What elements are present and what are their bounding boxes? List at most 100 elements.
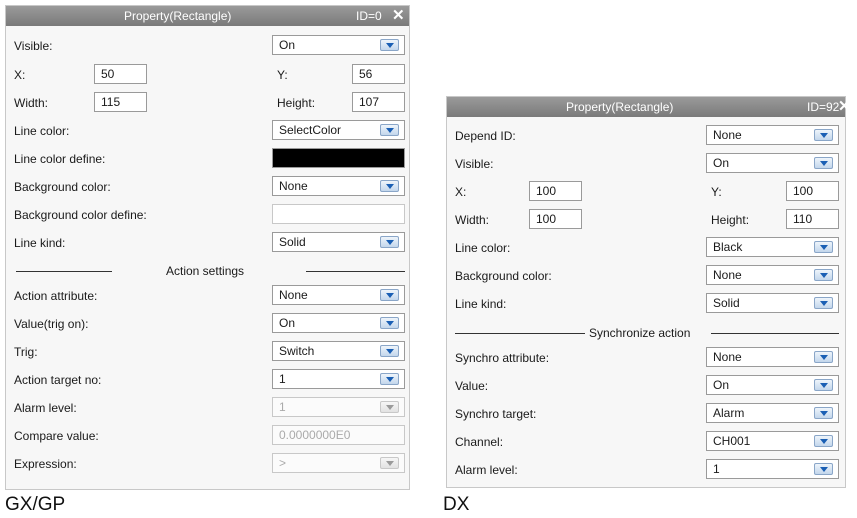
chevron-down-icon[interactable] [380,236,399,248]
expression-label: Expression: [14,457,77,471]
line-kind-label: Line kind: [455,297,507,311]
section-divider-right [306,271,405,272]
line-kind-select-value: Solid [279,235,306,249]
width-field[interactable]: 100 [529,209,582,229]
x-field[interactable]: 50 [94,64,147,84]
panel-id: ID=92 [807,100,840,114]
line-color-label: Line color: [455,241,511,255]
line-color-select[interactable]: Black [706,237,839,257]
panel-title: Property(Rectangle) [124,9,232,23]
line-kind-select[interactable]: Solid [272,232,405,252]
alarm-level-select[interactable]: 1 [706,459,839,479]
background-color-swatch[interactable] [272,204,405,224]
chevron-down-icon[interactable] [814,157,833,169]
line-color-swatch[interactable] [272,148,405,168]
value-trig-label: Value(trig on): [14,317,89,331]
chevron-down-icon[interactable] [380,373,399,385]
alarm-level-select-value: 1 [713,462,720,476]
y-label: Y: [711,185,722,199]
synchro-target-select[interactable]: Alarm [706,403,839,423]
synchro-attribute-select[interactable]: None [706,347,839,367]
section-title: Action settings [166,264,245,278]
close-icon[interactable]: ✕ [392,7,405,24]
channel-select[interactable]: CH001 [706,431,839,451]
width-field[interactable]: 115 [94,92,147,112]
synchro-target-select-value: Alarm [713,406,745,420]
y-field[interactable]: 100 [786,181,839,201]
chevron-down-icon[interactable] [380,124,399,136]
value-trig-select-value: On [279,316,296,330]
height-label: Height: [711,213,750,227]
chevron-down-icon[interactable] [380,39,399,51]
trig-select[interactable]: Switch [272,341,405,361]
value-select[interactable]: On [706,375,839,395]
line-color-select[interactable]: SelectColor [272,120,405,140]
chevron-down-icon[interactable] [814,379,833,391]
x-label: X: [14,68,26,82]
chevron-down-icon[interactable] [814,297,833,309]
background-color-select[interactable]: None [272,176,405,196]
height-field[interactable]: 107 [352,92,405,112]
chevron-down-icon[interactable] [814,129,833,141]
caption-gxgp: GX/GP [5,494,66,515]
background-color-select-value: None [279,179,308,193]
line-color-select-value: Black [713,240,743,254]
expression-select-value: > [279,456,287,470]
chevron-down-icon[interactable] [814,463,833,475]
value-trig-select[interactable]: On [272,313,405,333]
chevron-down-icon[interactable] [814,269,833,281]
compare-value-label: Compare value: [14,429,99,443]
panel-id: ID=0 [356,9,382,23]
synchro-attribute-label: Synchro attribute: [455,351,550,365]
visible-select[interactable]: On [272,35,405,55]
chevron-down-icon[interactable] [380,345,399,357]
panel-title-bar[interactable]: Property(Rectangle) ID=0 ✕ [6,6,409,26]
action-attribute-select-value: None [279,288,308,302]
chevron-down-icon[interactable] [380,180,399,192]
y-field[interactable]: 56 [352,64,405,84]
action-target-select[interactable]: 1 [272,369,405,389]
expression-select: > [272,453,405,473]
line-color-select-value: SelectColor [279,123,342,137]
alarm-level-select: 1 [272,397,405,417]
line-color-label: Line color: [14,124,70,138]
x-field[interactable]: 100 [529,181,582,201]
height-field[interactable]: 110 [786,209,839,229]
chevron-down-icon[interactable] [814,241,833,253]
width-label: Width: [14,96,49,110]
line-kind-label: Line kind: [14,236,66,250]
height-label: Height: [277,96,316,110]
value-label: Value: [455,379,489,393]
visible-select-value: On [279,38,296,52]
action-attribute-label: Action attribute: [14,289,98,303]
panel-title: Property(Rectangle) [566,100,674,114]
synchro-attribute-select-value: None [713,350,742,364]
visible-label: Visible: [455,157,494,171]
synchro-target-label: Synchro target: [455,407,537,421]
alarm-level-label: Alarm level: [14,401,77,415]
panel-title-bar[interactable]: Property(Rectangle) ID=92 ✕ [447,97,851,117]
y-label: Y: [277,68,288,82]
background-color-select-value: None [713,268,742,282]
section-divider-left [16,271,112,272]
line-kind-select[interactable]: Solid [706,293,839,313]
visible-select[interactable]: On [706,153,839,173]
width-label: Width: [455,213,490,227]
channel-select-value: CH001 [713,434,751,448]
action-target-label: Action target no: [14,373,102,387]
section-title: Synchronize action [589,326,691,340]
background-color-select[interactable]: None [706,265,839,285]
depend-id-select[interactable]: None [706,125,839,145]
action-target-select-value: 1 [279,372,286,386]
chevron-down-icon[interactable] [814,407,833,419]
line-color-define-label: Line color define: [14,152,106,166]
chevron-down-icon[interactable] [814,351,833,363]
channel-label: Channel: [455,435,504,449]
chevron-down-icon[interactable] [814,435,833,447]
action-attribute-select[interactable]: None [272,285,405,305]
value-select-value: On [713,378,730,392]
chevron-down-icon[interactable] [380,289,399,301]
chevron-down-icon[interactable] [380,317,399,329]
close-icon[interactable]: ✕ [838,98,851,115]
depend-id-label: Depend ID: [455,129,516,143]
